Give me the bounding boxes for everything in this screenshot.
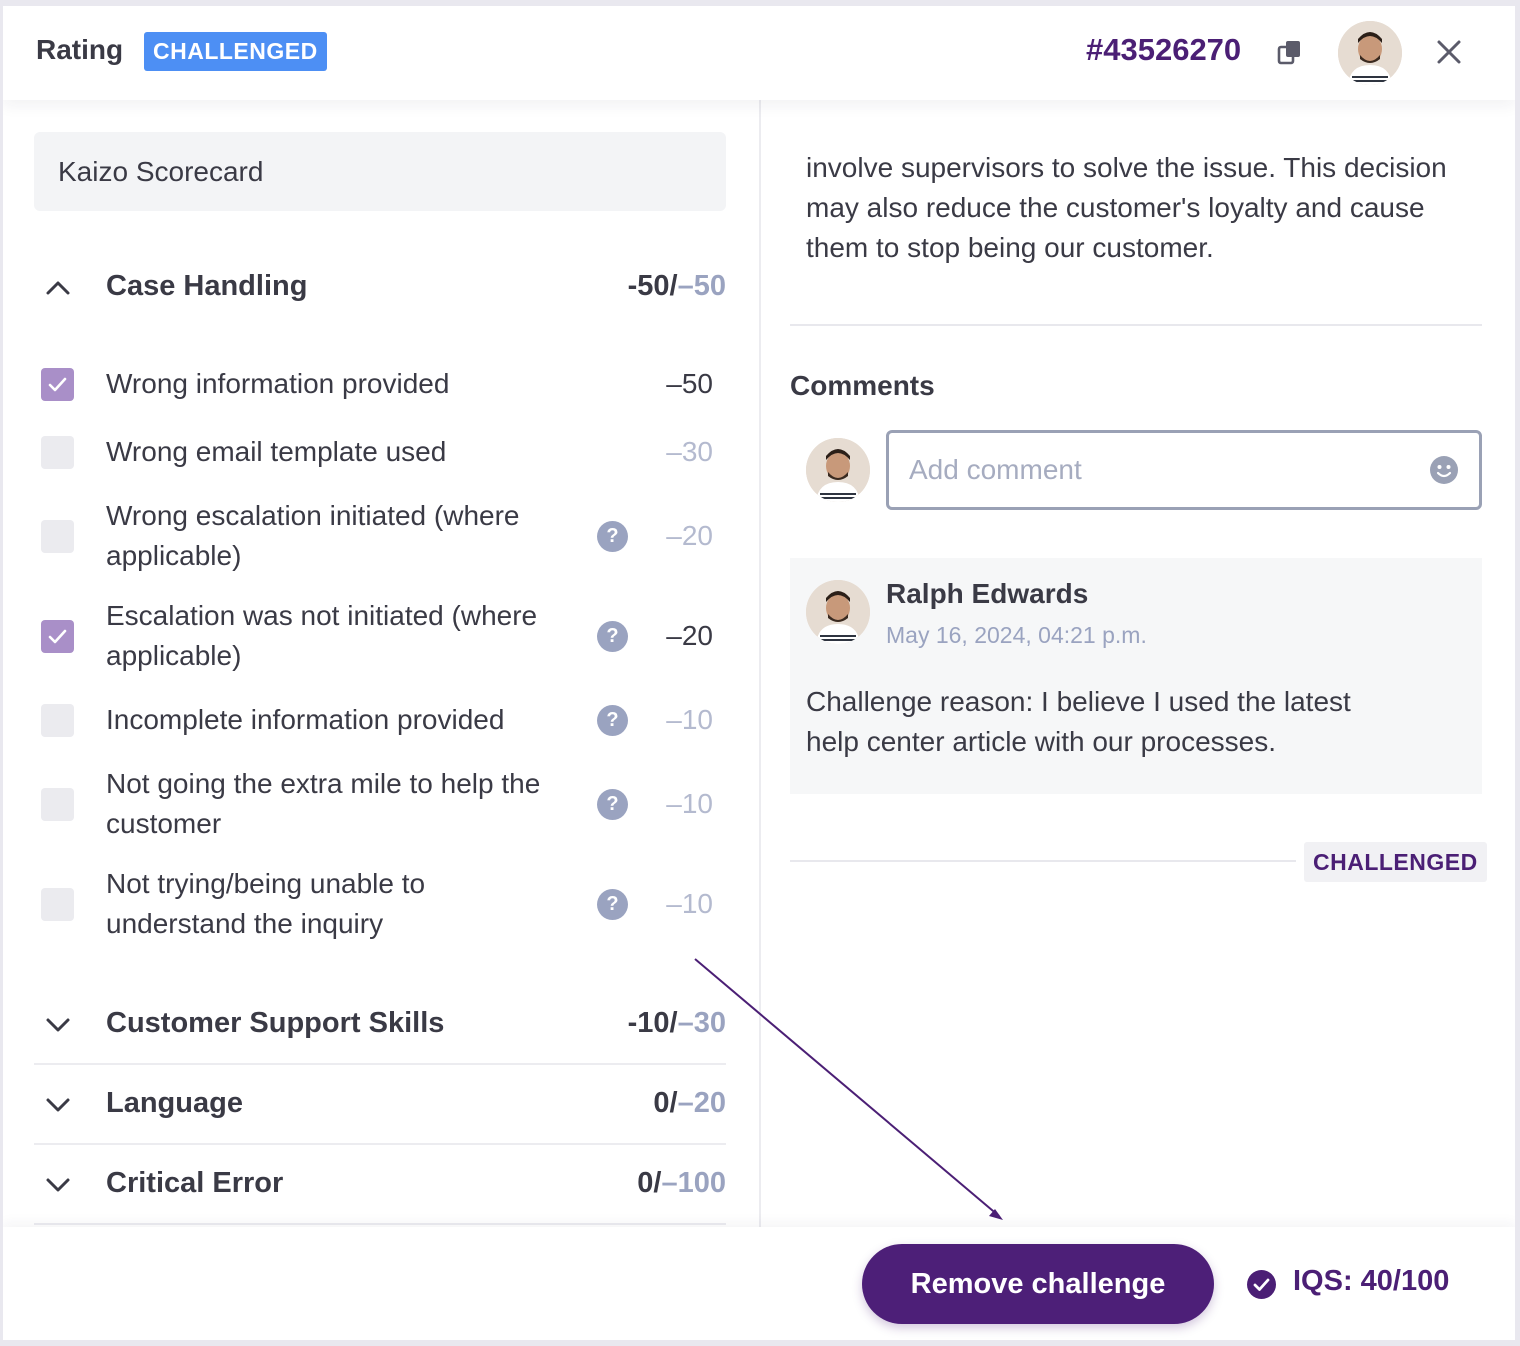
section-language[interactable]: Language 0/–20 bbox=[34, 1075, 726, 1135]
details-column: involve supervisors to solve the issue. … bbox=[761, 100, 1515, 1230]
section-customer-support-skills[interactable]: Customer Support Skills -10/–30 bbox=[34, 995, 726, 1055]
challenge-status-badge: CHALLENGED bbox=[1304, 842, 1487, 882]
section-name: Customer Support Skills bbox=[106, 1007, 445, 1039]
section-score: -50/–50 bbox=[627, 270, 726, 302]
criterion-points: –10 bbox=[666, 888, 713, 919]
close-icon[interactable] bbox=[1434, 37, 1464, 67]
criterion-label: Not trying/being unable to understand th… bbox=[106, 868, 426, 939]
comment-input[interactable] bbox=[909, 433, 1409, 507]
chevron-up-icon[interactable] bbox=[44, 274, 72, 302]
checkbox[interactable] bbox=[41, 704, 74, 737]
criterion-item[interactable]: Not trying/being unable to understand th… bbox=[41, 864, 713, 944]
criterion-label: Wrong escalation initiated (where applic… bbox=[106, 500, 520, 571]
check-icon bbox=[48, 377, 67, 392]
help-icon[interactable]: ? bbox=[597, 621, 628, 652]
divider bbox=[34, 1063, 726, 1065]
criterion-points: –10 bbox=[666, 788, 713, 819]
divider bbox=[34, 1143, 726, 1145]
emoji-icon[interactable] bbox=[1429, 455, 1459, 485]
avatar bbox=[806, 580, 870, 644]
criterion-label: Incomplete information provided bbox=[106, 704, 505, 735]
chevron-down-icon[interactable] bbox=[44, 1091, 72, 1119]
remove-challenge-button[interactable]: Remove challenge bbox=[862, 1244, 1214, 1324]
criterion-label: Not going the extra mile to help the cus… bbox=[106, 768, 541, 839]
comments-title: Comments bbox=[790, 370, 935, 401]
criterion-points: –20 bbox=[666, 520, 713, 551]
checkbox[interactable] bbox=[41, 620, 74, 653]
comment-text: Challenge reason: I believe I used the l… bbox=[806, 686, 1351, 757]
checkbox[interactable] bbox=[41, 788, 74, 821]
comment-input-box[interactable] bbox=[886, 430, 1482, 510]
divider bbox=[790, 324, 1482, 326]
ticket-id: #43526270 bbox=[1086, 32, 1242, 67]
checkbox[interactable] bbox=[41, 436, 74, 469]
checkbox[interactable] bbox=[41, 368, 74, 401]
criterion-item[interactable]: Incomplete information provided ? –10 bbox=[41, 700, 713, 740]
criterion-item[interactable]: Wrong escalation initiated (where applic… bbox=[41, 496, 713, 576]
section-score: 0/–20 bbox=[653, 1087, 726, 1119]
criterion-points: –30 bbox=[666, 436, 713, 467]
criterion-points: –50 bbox=[666, 368, 713, 399]
help-icon[interactable]: ? bbox=[597, 705, 628, 736]
criterion-item[interactable]: Wrong information provided –50 bbox=[41, 364, 713, 404]
criterion-item[interactable]: Not going the extra mile to help the cus… bbox=[41, 764, 713, 844]
status-badge: CHALLENGED bbox=[144, 32, 327, 71]
scorecard-select[interactable]: Kaizo Scorecard bbox=[34, 132, 726, 211]
criterion-points: –20 bbox=[666, 620, 713, 651]
divider bbox=[790, 860, 1296, 862]
criterion-label: Wrong information provided bbox=[106, 368, 450, 399]
help-icon[interactable]: ? bbox=[597, 889, 628, 920]
chevron-down-icon[interactable] bbox=[44, 1011, 72, 1039]
criterion-points: –10 bbox=[666, 704, 713, 735]
chevron-down-icon[interactable] bbox=[44, 1171, 72, 1199]
user-avatar[interactable] bbox=[1338, 21, 1402, 85]
footer: Remove challenge IQS: 40/100 bbox=[3, 1227, 1515, 1340]
comment-author: Ralph Edwards bbox=[886, 578, 1089, 609]
section-case-handling[interactable]: Case Handling -50/–50 bbox=[34, 258, 726, 318]
check-circle-icon bbox=[1246, 1269, 1277, 1300]
divider bbox=[34, 1223, 726, 1225]
section-score: -10/–30 bbox=[627, 1007, 726, 1039]
panel-title: Rating bbox=[36, 34, 124, 65]
checkbox[interactable] bbox=[41, 888, 74, 921]
criterion-description: involve supervisors to solve the issue. … bbox=[806, 152, 1447, 263]
criterion-label: Escalation was not initiated (where appl… bbox=[106, 600, 538, 671]
check-icon bbox=[48, 629, 67, 644]
rating-panel: Rating CHALLENGED #43526270 Kaizo Scorec… bbox=[3, 6, 1515, 1340]
section-name: Language bbox=[106, 1087, 243, 1119]
scorecard-column: Kaizo Scorecard Case Handling -50/–50 Wr… bbox=[3, 100, 759, 1230]
criterion-label: Wrong email template used bbox=[106, 436, 447, 467]
header: Rating CHALLENGED #43526270 bbox=[3, 6, 1515, 100]
help-icon[interactable]: ? bbox=[597, 789, 628, 820]
criterion-item[interactable]: Escalation was not initiated (where appl… bbox=[41, 596, 713, 676]
comment-card: Ralph Edwards May 16, 2024, 04:21 p.m. C… bbox=[790, 558, 1482, 794]
copy-icon[interactable] bbox=[1275, 37, 1305, 67]
section-score: 0/–100 bbox=[637, 1167, 726, 1199]
criterion-item[interactable]: Wrong email template used –30 bbox=[41, 432, 713, 472]
comment-timestamp: May 16, 2024, 04:21 p.m. bbox=[886, 622, 1147, 648]
help-icon[interactable]: ? bbox=[597, 521, 628, 552]
section-name: Critical Error bbox=[106, 1167, 284, 1199]
section-name: Case Handling bbox=[106, 270, 308, 302]
checkbox[interactable] bbox=[41, 520, 74, 553]
section-critical-error[interactable]: Critical Error 0/–100 bbox=[34, 1155, 726, 1215]
avatar bbox=[806, 438, 870, 502]
iqs-score: IQS: 40/100 bbox=[1293, 1265, 1450, 1297]
